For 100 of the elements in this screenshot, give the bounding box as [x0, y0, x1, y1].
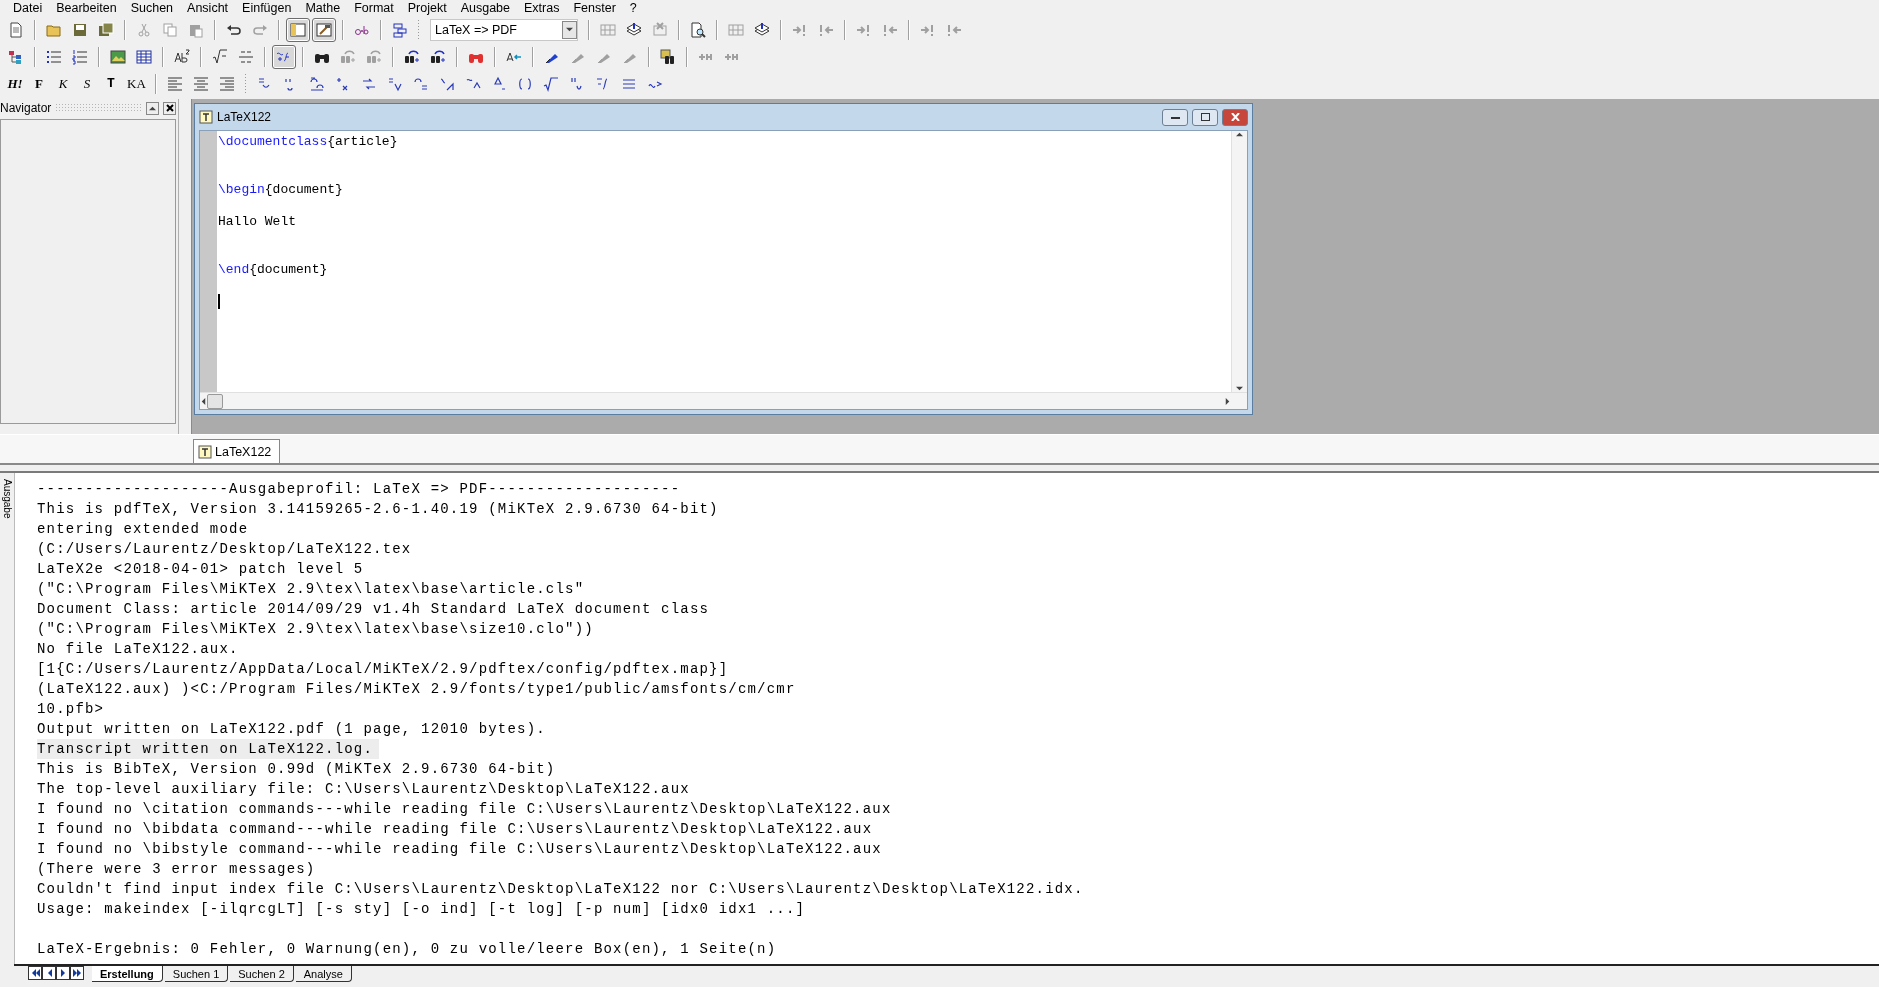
- table-icon: [136, 48, 152, 65]
- floppy-disks-icon: [98, 21, 114, 38]
- document-icon: [199, 110, 213, 124]
- code-line: \end{document}: [218, 262, 329, 278]
- align-left-icon: [166, 75, 183, 92]
- close-icon: [1230, 113, 1240, 121]
- toolbar-button[interactable]: [312, 17, 336, 42]
- close-icon: [165, 104, 174, 112]
- compile-icon: [660, 48, 676, 65]
- numbered-list-icon: [72, 48, 88, 65]
- bulleted-list-icon: [46, 48, 62, 65]
- tab-scroll-button[interactable]: [42, 966, 56, 980]
- profile-dropdown[interactable]: LaTeX => PDF: [430, 18, 578, 41]
- replace-icon: [366, 48, 382, 65]
- menu-item[interactable]: ?: [622, 1, 644, 15]
- align-center-icon: [192, 75, 209, 92]
- math-symbol-icon: [568, 75, 585, 92]
- output-tab[interactable]: Erstellung: [92, 966, 163, 982]
- log-line: Output written on LaTeX122.pdf (1 page, 12010 bytes).: [37, 720, 546, 739]
- log-line: No file LaTeX122.aux.: [37, 640, 239, 659]
- stacked-boxes-icon: [392, 21, 408, 38]
- format-button[interactable]: F: [28, 71, 50, 96]
- math-symbol-icon: [412, 75, 429, 92]
- horizontal-scrollbar[interactable]: [200, 392, 1247, 409]
- tree-structure-icon: [8, 48, 24, 65]
- document-icon: [198, 444, 212, 459]
- fraction-icon: [238, 48, 254, 65]
- log-line: This is pdfTeX, Version 3.14159265-2.6-1.40.19 (MiKTeX 2.9.6730 64-bit): [37, 500, 719, 519]
- output-tab[interactable]: Analyse: [295, 966, 352, 982]
- replace-icon: [340, 48, 356, 65]
- menu-item[interactable]: Einfügen: [235, 1, 299, 15]
- close-button[interactable]: [163, 101, 176, 115]
- log-line: I found no \citation commands---while reading file C:\Users\Laurentz\Desktop\LaTeX122.aux: [37, 800, 892, 819]
- grid-icon: [600, 21, 616, 38]
- log-line: This is BibTeX, Version 0.99d (MiKTeX 2.9.6730 64-bit): [37, 760, 556, 779]
- square-root-icon: [212, 48, 228, 65]
- tab-scroll-button[interactable]: [70, 966, 84, 980]
- arrow-icon: [30, 969, 40, 977]
- superscript-icon: [174, 48, 190, 65]
- document-icon: [8, 21, 24, 38]
- menu-item[interactable]: Datei: [6, 1, 50, 15]
- code-line: Hallo Welt: [218, 214, 297, 230]
- menu-item[interactable]: Ansicht: [180, 1, 236, 15]
- menu-item[interactable]: Projekt: [400, 1, 454, 15]
- grid-icon: [728, 21, 744, 38]
- format-button[interactable]: KA: [124, 71, 149, 96]
- menu-item[interactable]: Fenster: [566, 1, 623, 15]
- restore-icon: [1200, 113, 1210, 121]
- log-line: The top-level auxiliary file: C:\Users\Laurentz\Desktop\LaTeX122.aux: [37, 780, 690, 799]
- log-line: Couldn't find input index file C:\Users\Laurentz\Desktop\LaTeX122 nor C:\Users\Laurentz\Desktop\LaTeX122.idx.: [37, 880, 1084, 899]
- format-button[interactable]: K: [52, 71, 74, 96]
- cross-document-icon: [652, 21, 668, 38]
- log-line: Usage: makeindex [-ilqrcgLT] [-s sty] [-o ind] [-t log] [-p num] [idx0 idx1 ...]: [37, 900, 806, 919]
- log-line: --------------------Ausgabeprofil: LaTeX => PDF--------------------: [37, 480, 681, 499]
- hammer-window-icon: [316, 21, 332, 38]
- output-tab[interactable]: Suchen 2: [230, 966, 294, 982]
- menu-item[interactable]: Bearbeiten: [49, 1, 124, 15]
- image-icon: [110, 48, 126, 65]
- tab-scroll-button[interactable]: [56, 966, 70, 980]
- arrow-icon: [1236, 131, 1243, 138]
- log-line: ("C:\Program Files\MiKTeX 2.9\tex\latex\base\article.cls": [37, 580, 585, 599]
- arrow-icon: [200, 397, 207, 405]
- menu-item[interactable]: Format: [347, 1, 401, 15]
- output-tab[interactable]: Suchen 1: [164, 966, 229, 982]
- collapse-button[interactable]: [146, 101, 159, 115]
- tab-scroll-button[interactable]: [28, 966, 42, 980]
- caret-icon: [566, 26, 573, 33]
- log-line: LaTeX2e <2018-04-01> patch level 5: [37, 560, 364, 579]
- log-line: LaTeX-Ergebnis: 0 Fehler, 0 Warnung(en), 0 zu volle/leere Box(en), 1 Seite(n): [37, 940, 777, 959]
- log-line: entering extended mode: [37, 520, 249, 539]
- math-symbol-icon: [308, 75, 325, 92]
- log-line: ("C:\Program Files\MiKTeX 2.9\tex\latex\base\size10.clo")): [37, 620, 594, 639]
- dropdown-button[interactable]: [562, 20, 577, 39]
- arrow-icon: [149, 104, 156, 112]
- log-line: I found no \bibstyle command---while reading file C:\Users\Laurentz\Desktop\LaTeX122.aux: [37, 840, 882, 859]
- copy-icon: [162, 21, 178, 38]
- vertical-scrollbar[interactable]: [1231, 131, 1247, 392]
- log-line: I found no \bibdata command---while reading file C:\Users\Laurentz\Desktop\LaTeX122.aux: [37, 820, 873, 839]
- window-title: LaTeX122: [217, 110, 273, 124]
- stacked-pages-icon: [754, 21, 770, 38]
- magnifier-document-icon: [690, 21, 706, 38]
- text-cursor: [218, 294, 220, 309]
- panel-layout-icon: [290, 21, 306, 38]
- menu-item[interactable]: Mathe: [298, 1, 348, 15]
- format-button[interactable]: S: [76, 71, 98, 96]
- arrow-icon: [72, 969, 82, 977]
- format-button[interactable]: H!: [4, 71, 26, 96]
- log-line: 10.pfb>: [37, 700, 105, 719]
- menu-item[interactable]: Suchen: [123, 1, 181, 15]
- restore-button[interactable]: [1192, 108, 1218, 126]
- format-button[interactable]: T: [100, 71, 122, 96]
- menu-item[interactable]: Ausgabe: [453, 1, 518, 15]
- document-tab[interactable]: LaTeX122: [193, 439, 281, 463]
- menu-item[interactable]: Extras: [517, 1, 567, 15]
- log-line: [1{C:/Users/Laurentz/AppData/Local/MiKTeX/2.9/pdftex/config/pdftex.map}]: [37, 660, 729, 679]
- scrollbar-thumb[interactable]: [207, 393, 223, 409]
- minimize-button[interactable]: [1162, 108, 1188, 126]
- math-symbol-icon: [386, 75, 403, 92]
- replace-icon: [430, 48, 446, 65]
- panel-title: Navigator: [0, 101, 52, 115]
